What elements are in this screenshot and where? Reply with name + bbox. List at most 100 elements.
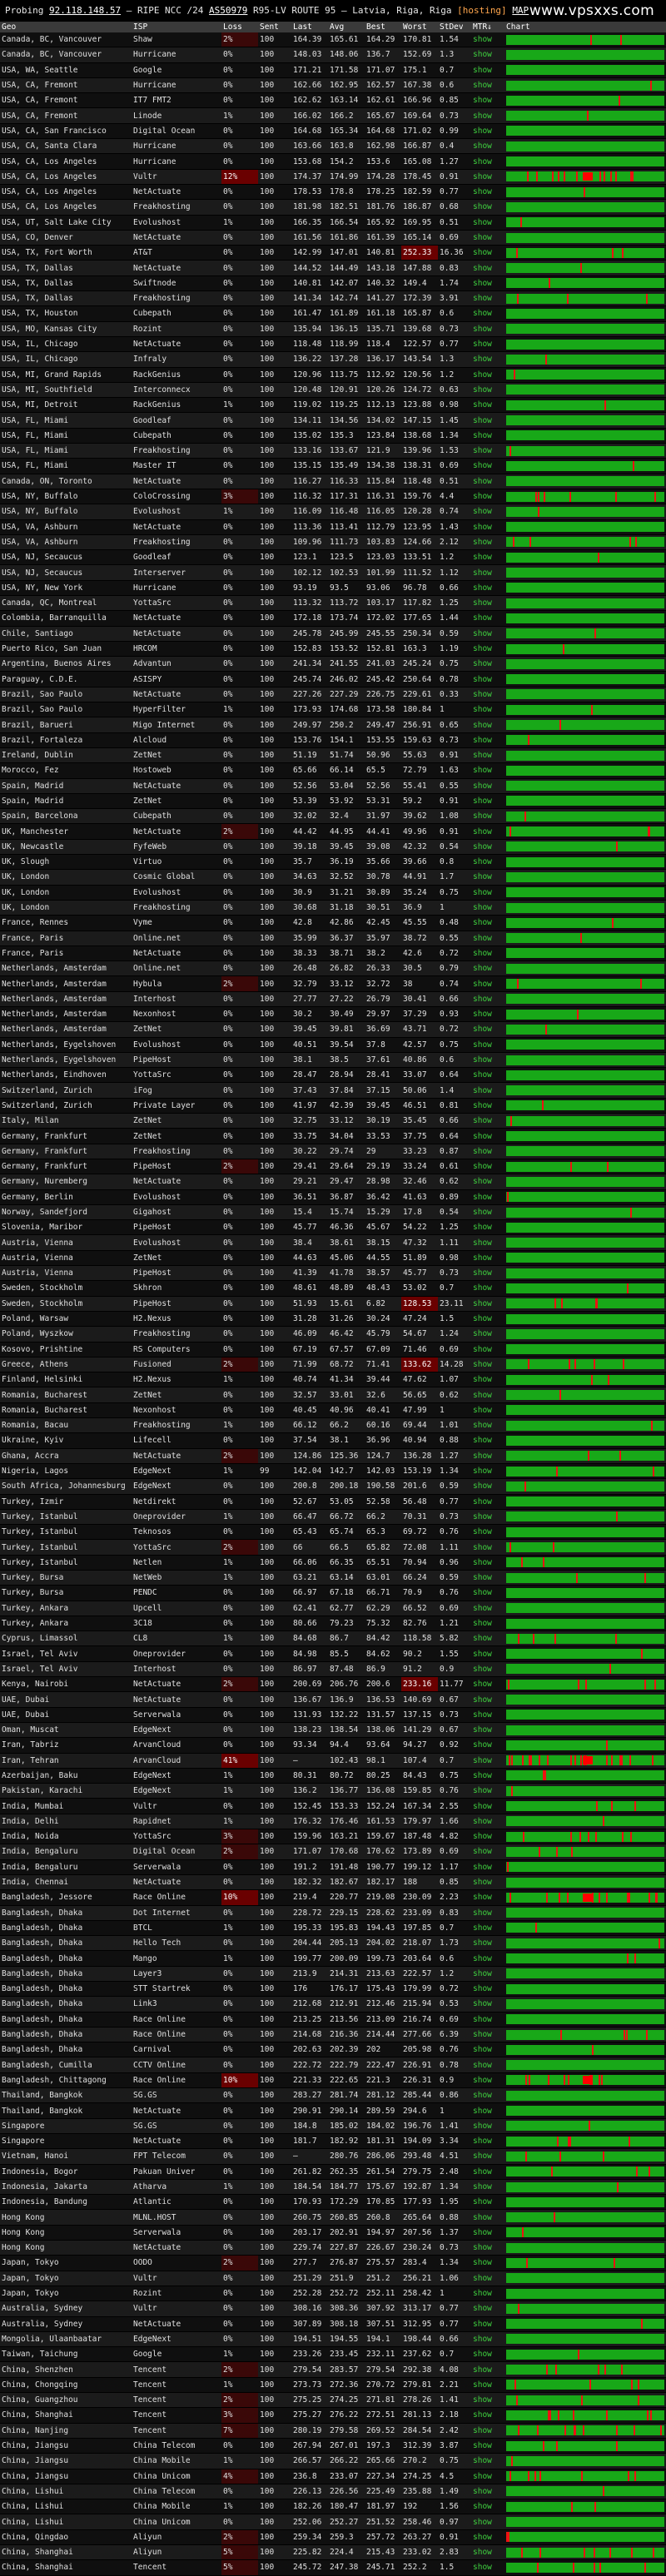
cell-mtr[interactable]: show	[471, 1722, 504, 1739]
cell-mtr[interactable]: show	[471, 2559, 504, 2576]
col-best[interactable]: Best	[365, 22, 401, 32]
map-link[interactable]: MAP	[512, 5, 529, 16]
cell-mtr[interactable]: show	[471, 1280, 504, 1297]
cell-mtr[interactable]: show	[471, 564, 504, 581]
cell-mtr[interactable]: show	[471, 2148, 504, 2165]
cell-mtr[interactable]: show	[471, 854, 504, 871]
cell-mtr[interactable]: show	[471, 823, 504, 840]
cell-mtr[interactable]: show	[471, 2118, 504, 2134]
cell-mtr[interactable]: show	[471, 1296, 504, 1312]
cell-mtr[interactable]: show	[471, 2392, 504, 2409]
col-worst[interactable]: Worst	[401, 22, 438, 32]
cell-mtr[interactable]: show	[471, 92, 504, 109]
cell-mtr[interactable]: show	[471, 1417, 504, 1434]
cell-mtr[interactable]: show	[471, 2484, 504, 2500]
cell-mtr[interactable]: show	[471, 2499, 504, 2515]
cell-mtr[interactable]: show	[471, 458, 504, 474]
cell-mtr[interactable]: show	[471, 184, 504, 201]
cell-mtr[interactable]: show	[471, 1844, 504, 1860]
cell-mtr[interactable]: show	[471, 1052, 504, 1069]
col-last[interactable]: Last	[291, 22, 328, 32]
cell-mtr[interactable]: show	[471, 321, 504, 337]
cell-mtr[interactable]: show	[471, 1189, 504, 1205]
cell-mtr[interactable]: show	[471, 610, 504, 627]
cell-mtr[interactable]: show	[471, 1616, 504, 1632]
cell-mtr[interactable]: show	[471, 2027, 504, 2043]
col-avg[interactable]: Avg	[328, 22, 365, 32]
cell-mtr[interactable]: show	[471, 671, 504, 687]
cell-mtr[interactable]: show	[471, 869, 504, 886]
cell-mtr[interactable]: show	[471, 2331, 504, 2348]
col-sent[interactable]: Sent	[258, 22, 291, 32]
cell-mtr[interactable]: show	[471, 1768, 504, 1784]
cell-mtr[interactable]: show	[471, 793, 504, 810]
cell-mtr[interactable]: show	[471, 778, 504, 794]
cell-mtr[interactable]: show	[471, 2544, 504, 2561]
cell-mtr[interactable]: show	[471, 1753, 504, 1769]
cell-mtr[interactable]: show	[471, 1737, 504, 1754]
cell-mtr[interactable]: show	[471, 1601, 504, 1616]
cell-mtr[interactable]: show	[471, 1006, 504, 1023]
cell-mtr[interactable]: show	[471, 32, 504, 48]
asn-link[interactable]: AS50979	[209, 5, 247, 16]
cell-mtr[interactable]: show	[471, 580, 504, 596]
cell-mtr[interactable]: show	[471, 641, 504, 658]
cell-mtr[interactable]: show	[471, 915, 504, 931]
cell-mtr[interactable]: show	[471, 1859, 504, 1875]
cell-mtr[interactable]: show	[471, 1950, 504, 1967]
cell-mtr[interactable]: show	[471, 1432, 504, 1449]
cell-mtr[interactable]: show	[471, 504, 504, 520]
cell-mtr[interactable]: show	[471, 1082, 504, 1099]
cell-mtr[interactable]: show	[471, 1630, 504, 1647]
cell-mtr[interactable]: show	[471, 215, 504, 231]
cell-mtr[interactable]: show	[471, 2514, 504, 2530]
cell-mtr[interactable]: show	[471, 534, 504, 551]
cell-mtr[interactable]: show	[471, 946, 504, 962]
cell-mtr[interactable]: show	[471, 687, 504, 703]
cell-mtr[interactable]: show	[471, 1874, 504, 1891]
cell-mtr[interactable]: show	[471, 1204, 504, 1221]
cell-mtr[interactable]: show	[471, 975, 504, 992]
cell-mtr[interactable]: show	[471, 1555, 504, 1571]
cell-mtr[interactable]: show	[471, 1783, 504, 1799]
cell-mtr[interactable]: show	[471, 1920, 504, 1937]
cell-mtr[interactable]: show	[471, 1234, 504, 1251]
cell-mtr[interactable]: show	[471, 2133, 504, 2150]
cell-mtr[interactable]: show	[471, 230, 504, 246]
cell-mtr[interactable]: show	[471, 2346, 504, 2363]
cell-mtr[interactable]: show	[471, 489, 504, 505]
cell-mtr[interactable]: show	[471, 62, 504, 78]
cell-mtr[interactable]: show	[471, 2179, 504, 2196]
cell-mtr[interactable]: show	[471, 519, 504, 535]
cell-mtr[interactable]: show	[471, 1585, 504, 1601]
cell-mtr[interactable]: show	[471, 1463, 504, 1480]
cell-mtr[interactable]: show	[471, 2194, 504, 2211]
cell-mtr[interactable]: show	[471, 336, 504, 353]
cell-mtr[interactable]: show	[471, 2240, 504, 2256]
cell-mtr[interactable]: show	[471, 1342, 504, 1357]
cell-mtr[interactable]: show	[471, 1128, 504, 1144]
cell-mtr[interactable]: show	[471, 1250, 504, 1267]
cell-mtr[interactable]: show	[471, 762, 504, 779]
cell-mtr[interactable]: show	[471, 1265, 504, 1282]
cell-mtr[interactable]: show	[471, 900, 504, 916]
cell-mtr[interactable]: show	[471, 2255, 504, 2271]
col-loss[interactable]: Loss	[221, 22, 258, 32]
cell-mtr[interactable]: show	[471, 549, 504, 566]
cell-mtr[interactable]: show	[471, 2102, 504, 2119]
cell-mtr[interactable]: show	[471, 747, 504, 764]
cell-mtr[interactable]: show	[471, 1509, 504, 1526]
cell-mtr[interactable]: show	[471, 656, 504, 673]
cell-mtr[interactable]: show	[471, 960, 504, 977]
cell-mtr[interactable]: show	[471, 1326, 504, 1343]
cell-mtr[interactable]: show	[471, 1448, 504, 1464]
cell-mtr[interactable]: show	[471, 626, 504, 642]
cell-mtr[interactable]: show	[471, 474, 504, 489]
cell-mtr[interactable]: show	[471, 2423, 504, 2439]
cell-mtr[interactable]: show	[471, 1707, 504, 1723]
cell-mtr[interactable]: show	[471, 2438, 504, 2454]
cell-mtr[interactable]: show	[471, 2012, 504, 2028]
cell-mtr[interactable]: show	[471, 367, 504, 383]
cell-mtr[interactable]: show	[471, 290, 504, 307]
cell-mtr[interactable]: show	[471, 839, 504, 856]
